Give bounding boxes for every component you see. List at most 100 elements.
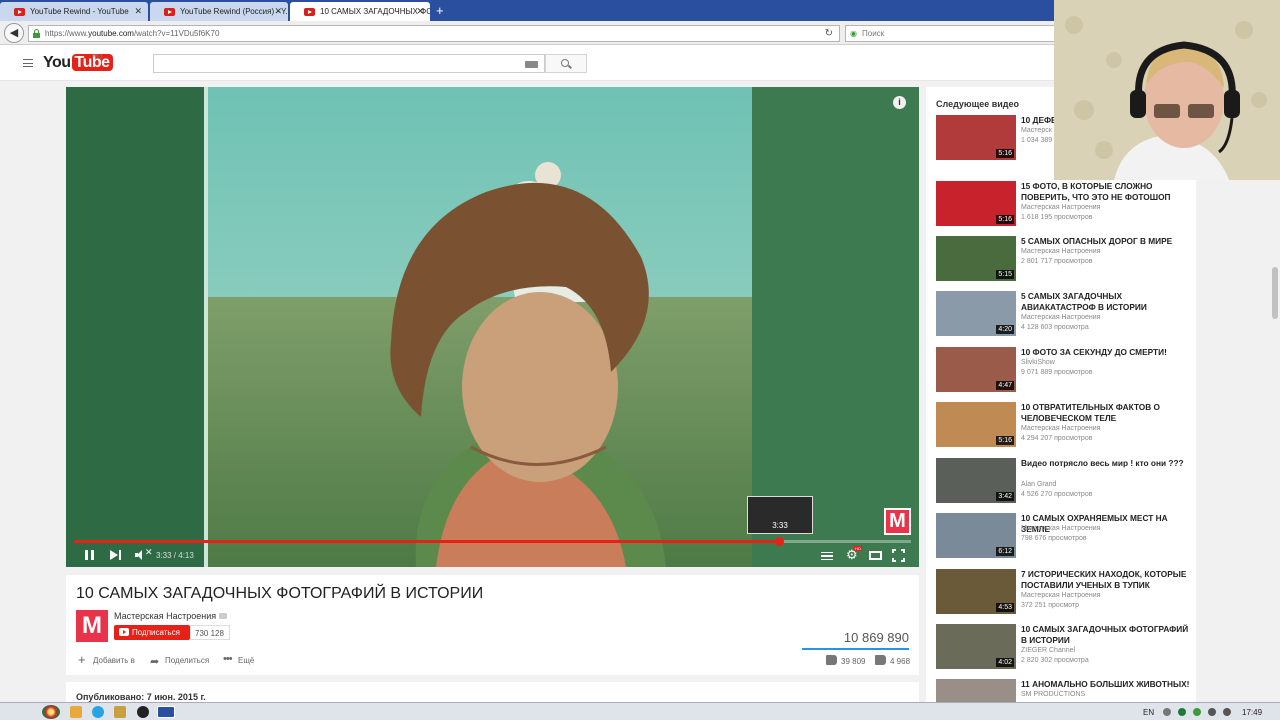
address-bar[interactable]: https://www.youtube.com/watch?v=11VDu5f6… [28,25,840,42]
video-thumbnail[interactable]: 5:15 [936,236,1016,281]
progress-scrubber-handle[interactable] [774,537,784,546]
video-duration: 5:16 [996,436,1014,445]
subscribe-button[interactable]: Подписаться [114,625,190,640]
region-label: RU [92,54,103,61]
clock[interactable]: 17:49 [1242,708,1262,717]
view-count: 1 618 195 просмотров [1021,214,1093,221]
up-next-label: Следующее видео [936,99,1020,109]
video-thumbnail[interactable]: 5:16 [936,115,1016,160]
browser-tab[interactable]: YouTube Rewind (Россия) - Y... ✕ [150,2,288,21]
video-thumbnail[interactable]: 4:53 [936,569,1016,614]
close-icon[interactable]: ✕ [274,6,282,17]
video-info-card: 10 САМЫХ ЗАГАДОЧНЫХ ФОТОГРАФИЙ В ИСТОРИИ… [66,575,919,675]
video-duration: 5:15 [996,270,1014,279]
video-title[interactable]: 7 ИСТОРИЧЕСКИХ НАХОДОК, КОТОРЫЕ ПОСТАВИЛ… [1021,569,1193,590]
new-tab-plus-icon[interactable]: + [436,3,444,18]
video-title[interactable]: Видео потрясло весь мир ! кто они ??? [1021,458,1193,469]
more-dots-icon: ••• [223,653,233,665]
browser-taskbar-icon[interactable] [157,706,175,718]
video-title[interactable]: 10 ОТВРАТИТЕЛЬНЫХ ФАКТОВ О ЧЕЛОВЕЧЕСКОМ … [1021,402,1193,423]
reload-icon[interactable]: ↻ [825,28,833,39]
channel-name: Мастерская Настроения [1021,248,1101,255]
video-duration: 4:53 [996,603,1014,612]
video-duration: 4:47 [996,381,1014,390]
info-icon[interactable]: i [893,96,906,109]
video-thumbnail[interactable]: 6:12 [936,513,1016,558]
next-video-icon[interactable] [110,550,122,560]
fullscreen-icon[interactable] [892,549,905,562]
recommended-video[interactable]: 5:16 15 ФОТО, В КОТОРЫЕ СЛОЖНО ПОВЕРИТЬ, … [936,181,1191,227]
recommended-video[interactable]: 4:53 7 ИСТОРИЧЕСКИХ НАХОДОК, КОТОРЫЕ ПОСТ… [936,569,1191,615]
channel-avatar[interactable]: M [76,610,108,642]
keyboard-language[interactable]: EN [1143,708,1154,717]
video-thumbnail[interactable]: 5:16 [936,181,1016,226]
thumbs-down-icon[interactable] [875,655,886,665]
tray-app-icon[interactable] [1178,708,1186,716]
network-icon[interactable] [1208,708,1216,716]
file-explorer-icon[interactable] [70,706,82,718]
app-icon[interactable] [114,706,126,718]
video-title[interactable]: 10 ФОТО ЗА СЕКУНДУ ДО СМЕРТИ! [1021,347,1193,358]
volume-icon[interactable] [1223,708,1231,716]
browser-search-field[interactable]: ◉ Поиск [845,25,1055,42]
progress-played [74,540,779,543]
start-menu-icon[interactable] [42,705,60,719]
tab-title: YouTube Rewind - YouTube [30,7,129,16]
video-title[interactable]: 10 САМЫХ ЗАГАДОЧНЫХ ФОТОГРАФИЙ В ИСТОРИИ [1021,624,1193,645]
view-count: 2 820 302 просмотра [1021,657,1089,664]
recommended-video[interactable]: 5:16 10 ОТВРАТИТЕЛЬНЫХ ФАКТОВ О ЧЕЛОВЕЧЕС… [936,402,1191,448]
scrollbar-thumb[interactable] [1272,267,1278,319]
video-player[interactable]: i 3:33 M ✕ 3:33 / 4:13 ⚙ HD [66,87,919,567]
video-thumbnail[interactable]: 5:16 [936,402,1016,447]
theater-mode-icon[interactable] [869,551,882,560]
keyboard-icon[interactable] [525,61,538,68]
close-icon[interactable]: ✕ [134,6,142,17]
menu-icon[interactable] [23,59,33,67]
tray-app-icon[interactable] [1193,708,1201,716]
channel-name: Мастерская Настроения [1021,425,1101,432]
webcam-overlay [1054,0,1280,180]
channel-watermark[interactable]: M [884,508,911,535]
obs-icon[interactable] [137,706,149,718]
browser-tab[interactable]: YouTube Rewind - YouTube ✕ [0,2,148,21]
recommended-video[interactable]: 6:12 10 САМЫХ ОХРАНЯЕМЫХ МЕСТ НА ЗЕМЛЕ Мас… [936,513,1191,559]
recommended-video[interactable]: 4:02 10 САМЫХ ЗАГАДОЧНЫХ ФОТОГРАФИЙ В ИСТ… [936,624,1191,670]
more-button[interactable]: ••• Ещё [223,653,254,665]
recommended-video[interactable]: 4:20 5 САМЫХ ЗАГАДОЧНЫХ АВИАКАТАСТРОФ В И… [936,291,1191,337]
subtitles-icon[interactable] [821,552,833,560]
video-thumbnail[interactable]: 4:02 [936,624,1016,669]
youtube-favicon-icon [164,8,175,16]
youtube-logo[interactable]: You Tube [43,54,113,74]
skype-icon[interactable] [92,706,104,718]
recommended-video[interactable]: 5:15 5 САМЫХ ОПАСНЫХ ДОРОГ В МИРЕ Мастерск… [936,236,1191,282]
video-title[interactable]: 15 ФОТО, В КОТОРЫЕ СЛОЖНО ПОВЕРИТЬ, ЧТО … [1021,181,1193,202]
video-title[interactable]: 5 САМЫХ ЗАГАДОЧНЫХ АВИАКАТАСТРОФ В ИСТОР… [1021,291,1193,312]
recommended-video[interactable]: 4:47 10 ФОТО ЗА СЕКУНДУ ДО СМЕРТИ! SlivkiS… [936,347,1191,393]
search-button[interactable] [545,54,587,73]
video-thumbnail[interactable]: 3:42 [936,458,1016,503]
channel-name: SlivkiShow [1021,359,1055,366]
add-to-button[interactable]: + Добавить в [78,653,135,666]
search-engine-icon: ◉ [850,29,857,38]
pause-icon[interactable] [85,550,94,560]
search-input[interactable] [153,54,545,73]
channel-name[interactable]: Мастерская Настроения [114,611,228,621]
recommended-video[interactable]: 3:42 Видео потрясло весь мир ! кто они ??… [936,458,1191,504]
video-duration: 5:16 [996,149,1014,158]
thumbs-up-icon[interactable] [826,655,837,665]
video-title[interactable]: 11 АНОМАЛЬНО БОЛЬШИХ ЖИВОТНЫХ! [1021,679,1193,690]
subscriber-count: 730 128 [190,625,230,640]
view-count: 4 128 603 просмотра [1021,324,1089,331]
webcam-person-image [1054,0,1280,180]
back-arrow-icon[interactable]: ◀ [4,23,24,43]
tray-arrow-icon[interactable] [1163,708,1171,716]
video-title[interactable]: 5 САМЫХ ОПАСНЫХ ДОРОГ В МИРЕ [1021,236,1193,247]
share-button[interactable]: ➦ Поделиться [150,656,209,668]
mute-x-icon: ✕ [145,547,153,557]
progress-bar[interactable] [74,537,911,546]
video-thumbnail[interactable]: 4:47 [936,347,1016,392]
close-icon[interactable]: ✕ [416,6,424,17]
lock-icon [33,29,40,38]
browser-tab-active[interactable]: 10 САМЫХ ЗАГАДОЧНЫХ ФО... ✕ [290,2,430,21]
video-thumbnail[interactable]: 4:20 [936,291,1016,336]
